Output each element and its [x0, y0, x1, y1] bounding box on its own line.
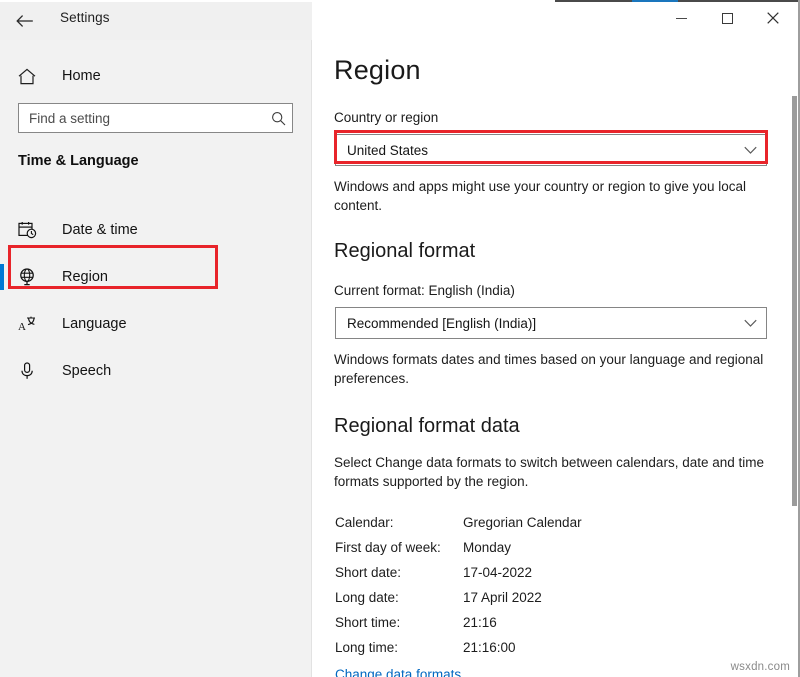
selection-indicator — [0, 264, 4, 290]
sidebar-category-title: Time & Language — [18, 153, 139, 169]
back-button[interactable] — [8, 6, 42, 36]
sidebar-item-speech[interactable]: Speech — [0, 347, 312, 394]
data-row: Short date: 17-04-2022 — [335, 560, 775, 585]
window-title: Settings — [60, 10, 110, 25]
data-row-value: 21:16 — [463, 615, 497, 630]
data-row: Long time: 21:16:00 — [335, 635, 775, 660]
back-arrow-icon — [16, 14, 34, 28]
home-label: Home — [62, 68, 101, 84]
scrollbar-thumb[interactable] — [792, 96, 797, 506]
globe-icon — [18, 268, 44, 286]
sidebar-item-region[interactable]: Region — [0, 253, 312, 300]
language-icon: A — [18, 315, 44, 333]
data-row-label: Calendar: — [335, 515, 463, 530]
sidebar-item-home[interactable]: Home — [0, 58, 312, 94]
sidebar-nav-list: Date & time Region A — [0, 206, 312, 394]
settings-window: Settings — [0, 0, 800, 677]
sidebar-item-label: Date & time — [62, 222, 138, 238]
sidebar-item-date-time[interactable]: Date & time — [0, 206, 312, 253]
title-bar-left — [0, 2, 312, 40]
data-row-value: 17-04-2022 — [463, 565, 532, 580]
home-icon — [18, 68, 42, 85]
maximize-icon — [722, 13, 733, 24]
maximize-button[interactable] — [704, 2, 750, 34]
close-icon — [767, 12, 779, 24]
data-row-value: 17 April 2022 — [463, 590, 542, 605]
data-row-label: Long date: — [335, 590, 463, 605]
close-button[interactable] — [750, 2, 796, 34]
regional-format-data-heading: Regional format data — [334, 415, 520, 438]
regional-format-description: Windows formats dates and times based on… — [334, 350, 774, 388]
regional-format-dropdown[interactable]: Recommended [English (India)] — [335, 307, 767, 339]
title-bar: Settings — [0, 2, 800, 40]
country-or-region-label: Country or region — [334, 110, 438, 125]
country-or-region-value: United States — [336, 143, 734, 158]
search-input[interactable] — [19, 104, 264, 132]
data-row-value: 21:16:00 — [463, 640, 516, 655]
search-box[interactable] — [18, 103, 293, 133]
data-row: Calendar: Gregorian Calendar — [335, 510, 775, 535]
sidebar-item-label: Region — [62, 269, 108, 285]
regional-format-data-description: Select Change data formats to switch bet… — [334, 453, 774, 491]
chevron-down-icon[interactable] — [734, 319, 766, 328]
data-row-label: Short time: — [335, 615, 463, 630]
data-row: Short time: 21:16 — [335, 610, 775, 635]
data-row-label: First day of week: — [335, 540, 463, 555]
sidebar-item-label: Language — [62, 316, 127, 332]
current-format-label: Current format: English (India) — [334, 283, 515, 298]
sidebar-item-language[interactable]: A Language — [0, 300, 312, 347]
svg-text:A: A — [18, 321, 26, 333]
main-content: Region Country or region United States W… — [313, 40, 797, 677]
data-row: First day of week: Monday — [335, 535, 775, 560]
data-row-label: Long time: — [335, 640, 463, 655]
country-description: Windows and apps might use your country … — [334, 177, 770, 215]
minimize-button[interactable] — [658, 2, 704, 34]
window-controls — [658, 2, 796, 34]
page-title: Region — [334, 55, 421, 86]
microphone-icon — [18, 362, 44, 380]
sidebar: Home Time & Language — [0, 40, 312, 677]
chevron-down-icon[interactable] — [734, 146, 766, 155]
regional-format-data-list: Calendar: Gregorian Calendar First day o… — [335, 510, 775, 660]
regional-format-value: Recommended [English (India)] — [336, 316, 734, 331]
country-or-region-dropdown[interactable]: United States — [335, 134, 767, 166]
sidebar-item-label: Speech — [62, 363, 111, 379]
watermark: wsxdn.com — [731, 661, 790, 673]
data-row-value: Gregorian Calendar — [463, 515, 582, 530]
data-row: Long date: 17 April 2022 — [335, 585, 775, 610]
calendar-clock-icon — [18, 221, 44, 239]
regional-format-heading: Regional format — [334, 240, 475, 263]
minimize-icon — [676, 18, 687, 19]
search-icon[interactable] — [264, 111, 292, 126]
change-data-formats-link[interactable]: Change data formats — [335, 667, 461, 677]
data-row-label: Short date: — [335, 565, 463, 580]
data-row-value: Monday — [463, 540, 511, 555]
